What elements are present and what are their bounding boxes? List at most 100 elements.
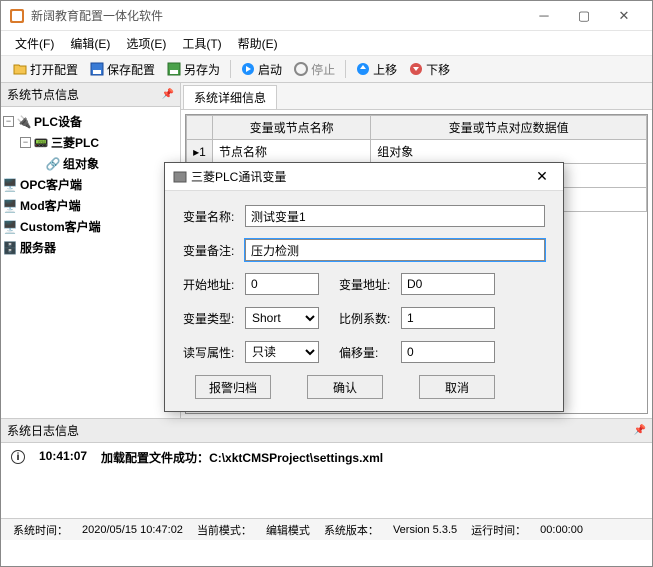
- move-down-label: 下移: [426, 61, 450, 78]
- open-config-label: 打开配置: [30, 61, 78, 78]
- move-up-button[interactable]: 上移: [350, 59, 403, 80]
- ratio-label: 比例系数:: [339, 310, 401, 327]
- collapse-icon[interactable]: −: [3, 116, 14, 127]
- collapse-icon[interactable]: −: [20, 137, 31, 148]
- close-button[interactable]: ✕: [604, 2, 644, 30]
- rw-select[interactable]: 只读: [245, 341, 319, 363]
- link-icon: 🔗: [46, 157, 60, 171]
- start-button[interactable]: 启动: [235, 59, 288, 80]
- tree-label: Custom客户端: [20, 218, 101, 235]
- save-as-label: 另存为: [184, 61, 220, 78]
- menu-edit[interactable]: 编辑(E): [62, 32, 118, 55]
- toolbar: 打开配置 保存配置 另存为 启动 停止 上移 下移: [1, 55, 652, 83]
- window-title: 新阔教育配置一体化软件: [31, 7, 524, 24]
- title-bar: 新阔教育配置一体化软件 ─ ▢ ✕: [1, 1, 652, 31]
- var-name-input[interactable]: [245, 205, 545, 227]
- tree-node-group-object[interactable]: 🔗 组对象: [3, 153, 178, 174]
- status-runtime-label: 运行时间：: [467, 522, 530, 538]
- cancel-button[interactable]: 取消: [419, 375, 495, 399]
- left-panel-header: 系统节点信息 📌: [1, 83, 180, 107]
- plc-variable-dialog: 三菱PLC通讯变量 ✕ 变量名称: 变量备注: 开始地址: 变量地址: 变量类型…: [164, 162, 564, 412]
- tree-label: Mod客户端: [20, 197, 81, 214]
- table-row[interactable]: ▸1 节点名称 组对象: [187, 140, 647, 164]
- open-config-button[interactable]: 打开配置: [7, 59, 84, 80]
- toolbar-separator: [230, 60, 231, 78]
- server-icon: 🗄️: [3, 241, 17, 255]
- pin-icon[interactable]: 📌: [162, 89, 174, 100]
- dialog-title: 三菱PLC通讯变量: [191, 168, 286, 185]
- var-addr-label: 变量地址:: [339, 276, 401, 293]
- move-up-label: 上移: [373, 61, 397, 78]
- var-remark-input[interactable]: [245, 239, 545, 261]
- tree-label: PLC设备: [34, 113, 82, 130]
- log-time: 10:41:07: [39, 449, 87, 463]
- client-icon: 🖥️: [3, 178, 17, 192]
- menu-option[interactable]: 选项(E): [118, 32, 174, 55]
- save-config-button[interactable]: 保存配置: [84, 59, 161, 80]
- dialog-icon: [173, 170, 187, 184]
- menu-help[interactable]: 帮助(E): [230, 32, 286, 55]
- move-down-button[interactable]: 下移: [403, 59, 456, 80]
- plc-icon: 📟: [34, 136, 48, 150]
- ok-button[interactable]: 确认: [307, 375, 383, 399]
- grid-corner: [187, 116, 213, 140]
- start-addr-label: 开始地址:: [183, 276, 245, 293]
- cell-name: 节点名称: [213, 140, 371, 164]
- offset-label: 偏移量:: [339, 344, 401, 361]
- left-panel-title: 系统节点信息: [7, 86, 79, 103]
- menu-file[interactable]: 文件(F): [7, 32, 62, 55]
- device-tree[interactable]: − 🔌 PLC设备 − 📟 三菱PLC 🔗 组对象 🖥️ OPC客户端 🖥️: [1, 107, 180, 418]
- archive-button[interactable]: 报警归档: [195, 375, 271, 399]
- dialog-titlebar[interactable]: 三菱PLC通讯变量 ✕: [165, 163, 563, 191]
- toolbar-separator: [345, 60, 346, 78]
- status-systime: 2020/05/15 10:47:02: [78, 524, 187, 536]
- stop-button[interactable]: 停止: [288, 59, 341, 80]
- ratio-input[interactable]: [401, 307, 495, 329]
- dialog-body: 变量名称: 变量备注: 开始地址: 变量地址: 变量类型: Short 比例系数…: [165, 191, 563, 411]
- menu-tool[interactable]: 工具(T): [174, 32, 229, 55]
- var-type-select[interactable]: Short: [245, 307, 319, 329]
- left-panel: 系统节点信息 📌 − 🔌 PLC设备 − 📟 三菱PLC 🔗 组对象 🖥️: [1, 83, 181, 418]
- tree-node-custom-client[interactable]: 🖥️ Custom客户端: [3, 216, 178, 237]
- minimize-button[interactable]: ─: [524, 2, 564, 30]
- app-icon: [9, 8, 25, 24]
- tree-node-plc-devices[interactable]: − 🔌 PLC设备: [3, 111, 178, 132]
- save-icon: [90, 62, 104, 76]
- offset-input[interactable]: [401, 341, 495, 363]
- cell-value: 组对象: [371, 140, 647, 164]
- log-body: i 10:41:07 加载配置文件成功：C:\xktCMSProject\set…: [1, 443, 652, 518]
- client-icon: 🖥️: [3, 220, 17, 234]
- status-mode: 编辑模式: [262, 522, 314, 538]
- stop-icon: [294, 62, 308, 76]
- tree-label: 组对象: [63, 155, 99, 172]
- tree-label: OPC客户端: [20, 176, 82, 193]
- save-config-label: 保存配置: [107, 61, 155, 78]
- maximize-button[interactable]: ▢: [564, 2, 604, 30]
- rw-label: 读写属性:: [183, 344, 245, 361]
- tab-detail[interactable]: 系统详细信息: [183, 85, 277, 109]
- tree-node-mitsubishi[interactable]: − 📟 三菱PLC: [3, 132, 178, 153]
- status-version: Version 5.3.5: [389, 524, 461, 536]
- status-runtime: 00:00:00: [536, 524, 587, 536]
- tree-node-opc-client[interactable]: 🖥️ OPC客户端: [3, 174, 178, 195]
- col-name-header: 变量或节点名称: [213, 116, 371, 140]
- play-icon: [241, 62, 255, 76]
- var-remark-label: 变量备注:: [183, 242, 245, 259]
- save-as-button[interactable]: 另存为: [161, 59, 226, 80]
- pin-icon[interactable]: 📌: [634, 425, 646, 436]
- client-icon: 🖥️: [3, 199, 17, 213]
- tree-node-server[interactable]: 🗄️ 服务器: [3, 237, 178, 258]
- save-as-icon: [167, 62, 181, 76]
- dialog-close-button[interactable]: ✕: [529, 166, 555, 188]
- folder-open-icon: [13, 62, 27, 76]
- col-value-header: 变量或节点对应数据值: [371, 116, 647, 140]
- row-marker: ▸1: [187, 140, 213, 164]
- tree-node-mod-client[interactable]: 🖥️ Mod客户端: [3, 195, 178, 216]
- var-addr-input[interactable]: [401, 273, 495, 295]
- start-label: 启动: [258, 61, 282, 78]
- log-panel: 系统日志信息 📌 i 10:41:07 加载配置文件成功：C:\xktCMSPr…: [1, 418, 652, 518]
- tree-label: 三菱PLC: [51, 134, 99, 151]
- var-name-label: 变量名称:: [183, 208, 245, 225]
- start-addr-input[interactable]: [245, 273, 319, 295]
- tab-bar: 系统详细信息: [181, 83, 652, 110]
